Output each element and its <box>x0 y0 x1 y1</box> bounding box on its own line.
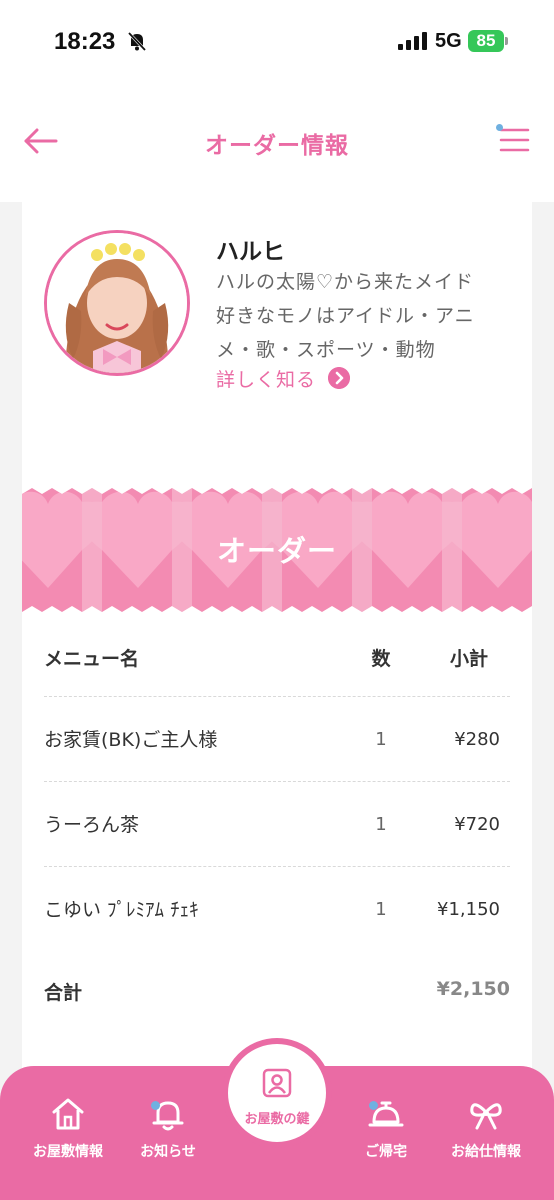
header-qty: 数 <box>371 648 391 670</box>
cast-bio: ハルの太陽♡から来たメイド 好きなモノはアイドル・アニ メ・歌・スポーツ・動物 <box>216 265 496 367</box>
item-qty: 1 <box>375 814 387 835</box>
page-title: オーダー情報 <box>205 133 349 159</box>
home-icon <box>52 1098 84 1130</box>
avatar[interactable] <box>44 230 190 376</box>
app-header: オーダー情報 <box>0 90 554 202</box>
cast-bio-line: ハルの太陽♡から来たメイド <box>216 271 475 293</box>
detail-link[interactable]: 詳しく知る <box>216 365 316 392</box>
hamburger-menu-icon[interactable] <box>498 124 530 156</box>
status-time: 18:23 <box>54 28 116 55</box>
bow-icon <box>470 1103 502 1130</box>
cast-name: ハルヒ <box>216 239 285 265</box>
item-qty: 1 <box>375 899 387 920</box>
table-row: こゆい ﾌﾟﾚﾐｱﾑ ﾁｪｷ 1 ¥1,150 <box>44 867 510 952</box>
nav-label: お給仕情報 <box>451 1144 521 1160</box>
cast-bio-line: メ・歌・スポーツ・動物 <box>216 339 436 361</box>
item-qty: 1 <box>375 729 387 750</box>
total-label: 合計 <box>44 982 83 1004</box>
nav-item-service-info[interactable]: お給仕情報 <box>436 1094 536 1161</box>
mansion-key-label: お屋敷の鍵 <box>244 1112 310 1127</box>
item-subtotal: ¥1,150 <box>437 899 500 920</box>
total-row: 合計 ¥2,150 <box>44 978 510 1018</box>
bell-desk-icon <box>368 1101 404 1127</box>
header-menu-name: メニュー名 <box>44 648 140 670</box>
banner-title: オーダー <box>216 534 337 568</box>
avatar-photo <box>47 233 187 373</box>
nav-label: ご帰宅 <box>365 1144 407 1160</box>
nav-item-news[interactable]: お知らせ <box>118 1094 218 1161</box>
order-table: メニュー名 数 小計 お家賃(BK)ご主人様 1 ¥280 うーろん茶 1 ¥7… <box>44 640 510 952</box>
item-subtotal: ¥720 <box>454 814 500 835</box>
nav-label: お屋敷情報 <box>33 1144 103 1160</box>
network-label: 5G <box>435 30 462 52</box>
status-bar: 18:23 5G 85 <box>0 0 554 90</box>
table-row: お家賃(BK)ご主人様 1 ¥280 <box>44 697 510 782</box>
chevron-right-icon[interactable] <box>328 367 350 389</box>
menu-notification-dot <box>496 124 503 131</box>
item-name: こゆい ﾌﾟﾚﾐｱﾑ ﾁｪｷ <box>44 899 199 921</box>
battery-tip <box>505 37 508 45</box>
bell-off-icon <box>127 31 147 52</box>
key-card-icon <box>262 1068 292 1098</box>
cast-bio-line: 好きなモノはアイドル・アニ <box>216 305 475 327</box>
battery-indicator: 85 <box>468 30 504 52</box>
nav-item-return-home[interactable]: ご帰宅 <box>336 1094 436 1161</box>
mansion-key-button[interactable]: お屋敷の鍵 <box>222 1038 332 1148</box>
bell-icon <box>152 1101 184 1131</box>
item-name: お家賃(BK)ご主人様 <box>44 729 218 751</box>
signal-icon <box>398 32 427 50</box>
header-subtotal: 小計 <box>449 648 488 670</box>
total-value: ¥2,150 <box>436 978 510 1000</box>
return-notification-dot <box>369 1101 378 1110</box>
table-row: うーろん茶 1 ¥720 <box>44 782 510 867</box>
item-name: うーろん茶 <box>44 814 140 836</box>
table-header-row: メニュー名 数 小計 <box>44 640 510 697</box>
news-notification-dot <box>151 1101 160 1110</box>
item-subtotal: ¥280 <box>454 729 500 750</box>
nav-label: お知らせ <box>140 1144 196 1160</box>
nav-item-mansion-info[interactable]: お屋敷情報 <box>18 1094 118 1161</box>
